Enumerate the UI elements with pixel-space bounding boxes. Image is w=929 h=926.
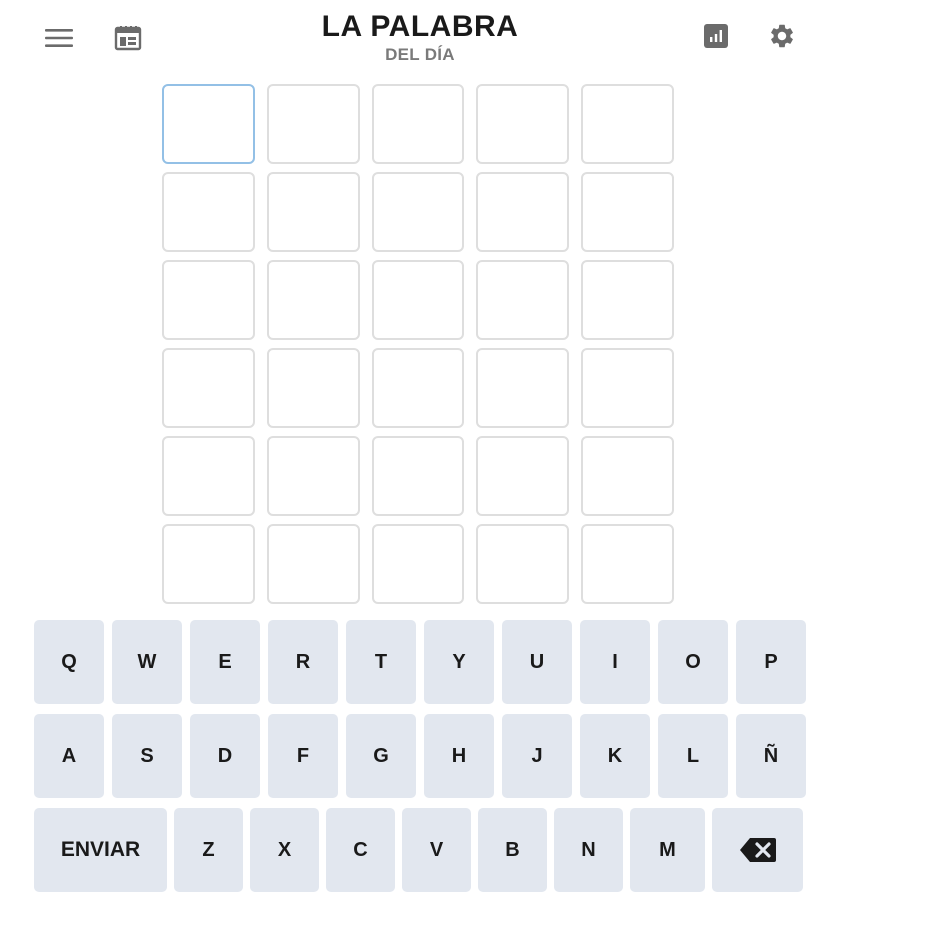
board-tile [371,436,465,516]
board-tile [162,524,255,604]
key-letter[interactable]: G [346,714,416,798]
enter-key[interactable]: ENVIAR [34,808,167,892]
key-letter[interactable]: R [268,620,338,704]
keyboard-row-3: ENVIAR Z X C V B N M [34,808,806,892]
gear-icon [771,24,793,48]
board-tile [162,260,255,340]
board-tile [371,260,465,340]
board-tile [266,260,360,340]
board-tile [476,172,570,252]
board-tile [162,172,255,252]
board-tile [371,172,465,252]
board-tile [581,84,674,164]
stats-button[interactable] [698,18,734,54]
board-tile [476,348,570,428]
title-block: LA PALABRA DEL DÍA [300,8,540,64]
backspace-icon [739,838,776,862]
key-letter[interactable]: C [326,808,395,892]
hamburger-menu-icon [45,29,73,47]
key-letter[interactable]: S [112,714,182,798]
key-letter[interactable]: I [580,620,650,704]
key-letter[interactable]: J [502,714,572,798]
key-letter[interactable]: N [554,808,623,892]
keyboard-row-1: QWERTYUIOP [34,620,806,704]
key-letter[interactable]: E [190,620,260,704]
key-letter[interactable]: A [34,714,104,798]
board-tile [476,436,570,516]
board-tile [162,436,255,516]
key-letter[interactable]: X [250,808,319,892]
page-subtitle: DEL DÍA [385,45,455,64]
board-tile [266,84,360,164]
key-letter[interactable]: F [268,714,338,798]
key-letter[interactable]: K [580,714,650,798]
key-letter[interactable]: O [658,620,728,704]
board-tile [581,172,674,252]
game-board [162,84,674,612]
key-letter[interactable]: P [736,620,806,704]
board-row [162,172,674,252]
backspace-key[interactable] [712,808,803,892]
board-tile [371,524,465,604]
key-letter[interactable]: H [424,714,494,798]
board-tile [266,172,360,252]
board-tile [266,524,360,604]
board-row [162,348,674,428]
key-letter[interactable]: V [402,808,471,892]
board-tile [476,84,570,164]
key-letter[interactable]: U [502,620,572,704]
key-letter[interactable]: Q [34,620,104,704]
settings-button[interactable] [764,18,800,54]
board-tile [476,524,570,604]
board-tile [476,260,570,340]
page-title: LA PALABRA [321,10,519,43]
board-tile [266,348,360,428]
bar-chart-icon [704,24,728,48]
key-letter[interactable]: W [112,620,182,704]
key-letter[interactable]: Z [174,808,243,892]
board-tile [581,348,674,428]
menu-button[interactable] [40,22,78,54]
board-row [162,524,674,604]
board-row [162,436,674,516]
board-row [162,260,674,340]
board-tile [581,260,674,340]
board-row [162,84,674,164]
board-tile [581,436,674,516]
board-tile [162,84,255,164]
key-letter[interactable]: D [190,714,260,798]
key-letter[interactable]: L [658,714,728,798]
board-tile [371,84,465,164]
key-letter[interactable]: Y [424,620,494,704]
key-letter[interactable]: B [478,808,547,892]
keyboard-row-2: ASDFGHJKLÑ [34,714,806,798]
key-letter[interactable]: Ñ [736,714,806,798]
board-tile [162,348,255,428]
key-letter[interactable]: M [630,808,705,892]
keyboard: QWERTYUIOP ASDFGHJKLÑ ENVIAR Z X C V B N M [34,620,806,902]
board-tile [581,524,674,604]
calendar-button[interactable] [110,22,146,54]
board-tile [266,436,360,516]
board-tile [371,348,465,428]
calendar-icon [114,26,142,51]
key-letter[interactable]: T [346,620,416,704]
